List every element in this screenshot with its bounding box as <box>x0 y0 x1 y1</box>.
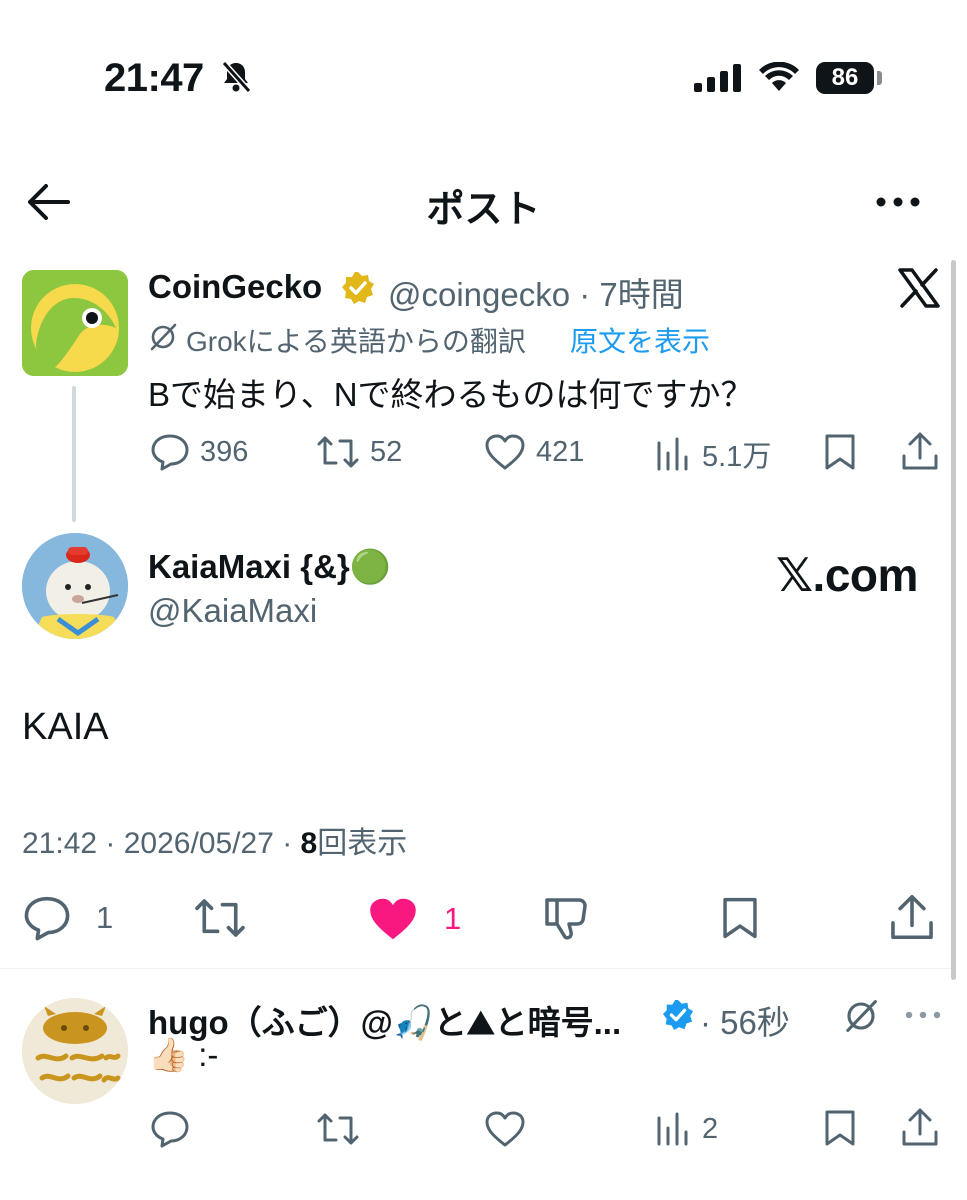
cellular-signal-icon <box>694 64 741 92</box>
repost-action[interactable]: 52 <box>316 433 402 471</box>
reply-repost-icon[interactable] <box>316 1110 360 1148</box>
coingecko-display-name[interactable]: CoinGecko <box>148 268 322 306</box>
reply-action[interactable]: 396 <box>150 433 248 471</box>
reply-more-icon[interactable] <box>904 1010 942 1020</box>
thread-connector <box>72 386 76 522</box>
battery-cap <box>877 71 882 85</box>
bookmark-icon[interactable] <box>823 432 857 472</box>
repost-count: 52 <box>370 435 403 468</box>
reply-icon <box>151 434 189 471</box>
share-icon[interactable] <box>900 430 940 472</box>
show-original-link[interactable]: 原文を表示 <box>570 320 710 360</box>
verified-badge-icon <box>342 272 374 304</box>
reply-reply-icon[interactable] <box>150 1110 190 1148</box>
section-divider <box>0 968 951 969</box>
wifi-icon <box>759 62 799 91</box>
views-action[interactable]: 5.1万 <box>654 433 771 475</box>
scrollbar[interactable] <box>951 260 956 980</box>
post-view-label: 回表示 <box>317 827 408 860</box>
dislike-icon[interactable] <box>543 894 591 942</box>
heart-icon <box>485 434 525 470</box>
kaiamaxi-display-name[interactable]: KaiaMaxi {&}🟢 <box>148 548 391 587</box>
reply-count: 396 <box>200 435 249 468</box>
hugo-timestamp[interactable]: · 56秒 <box>700 996 790 1044</box>
main-repost-icon[interactable] <box>192 895 248 941</box>
page-title: ポスト <box>426 189 541 231</box>
main-reply-count: 1 <box>96 900 114 935</box>
reply-icon <box>24 896 70 941</box>
more-options-icon[interactable] <box>874 195 922 209</box>
status-time: 21:47 <box>104 56 204 100</box>
main-like-count: 1 <box>444 901 462 936</box>
repost-icon <box>317 436 359 468</box>
kaiamaxi-avatar[interactable] <box>22 533 128 639</box>
views-chart-icon <box>657 1112 688 1146</box>
reply-bookmark-icon[interactable] <box>823 1108 857 1148</box>
hugo-display-name[interactable]: hugo（ふご）@🎣と⛰と暗号... <box>148 996 621 1044</box>
bell-muted-icon <box>221 61 252 93</box>
views-chart-icon <box>657 437 688 471</box>
coingecko-avatar[interactable] <box>22 270 128 376</box>
post-meta: 21:42 · 2026/05/27 · 8回表示 <box>22 818 407 862</box>
coingecko-handle-time[interactable]: @coingecko · 7時間 <box>388 268 684 316</box>
reply-views-action[interactable]: 2 <box>654 1110 718 1148</box>
grok-icon[interactable] <box>843 998 879 1034</box>
x-com-badge: 𝕏.com <box>776 549 918 601</box>
main-bookmark-icon[interactable] <box>720 895 760 941</box>
main-share-icon[interactable] <box>888 892 936 942</box>
post-timestamp: 21:42 · 2026/05/27 · <box>22 827 301 860</box>
grok-translate-icon <box>150 323 177 351</box>
reply-heart-icon[interactable] <box>484 1110 526 1148</box>
post-view-count: 8 <box>300 827 318 860</box>
reply-text: 👍🏻 :- <box>148 1036 219 1073</box>
hugo-avatar[interactable] <box>22 998 128 1104</box>
views-count: 5.1万 <box>702 441 772 473</box>
verified-badge-icon <box>662 999 694 1031</box>
translation-note: Grokによる英語からの翻訳 <box>186 326 526 357</box>
like-count: 421 <box>536 435 585 468</box>
reply-share-icon[interactable] <box>900 1106 940 1148</box>
heart-filled-icon <box>370 898 416 940</box>
kaiamaxi-handle[interactable]: @KaiaMaxi <box>148 592 317 630</box>
like-action[interactable]: 421 <box>484 433 584 471</box>
coingecko-post-text: Bで始まり、Nで終わるものは何ですか？ <box>148 376 754 413</box>
main-reply-action[interactable]: 1 <box>22 895 113 941</box>
main-like-action[interactable]: 1 <box>366 895 461 943</box>
reply-views-count: 2 <box>702 1112 719 1145</box>
x-logo-icon <box>898 268 940 308</box>
post-text: KAIA <box>22 706 109 748</box>
battery-indicator: 86 <box>816 62 874 94</box>
